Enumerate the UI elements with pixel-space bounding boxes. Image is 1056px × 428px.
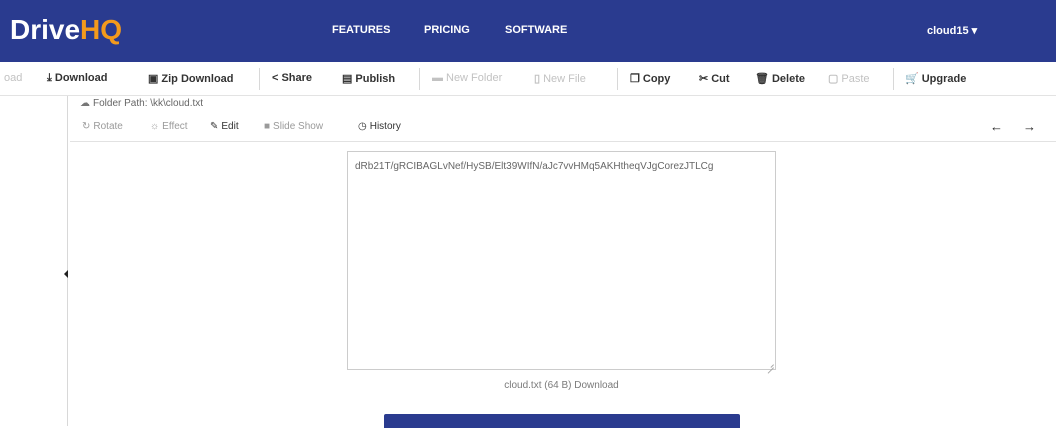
paste-button[interactable]: ▢ Paste bbox=[828, 72, 870, 85]
rotate-button[interactable]: ↻ Rotate bbox=[82, 121, 123, 132]
cut-button[interactable]: ✂ Cut bbox=[699, 72, 730, 85]
rotate-icon: ↻ bbox=[82, 121, 91, 132]
history-icon: ◷ bbox=[358, 121, 367, 132]
paste-icon: ▢ bbox=[828, 73, 839, 85]
logo-accent: HQ bbox=[80, 14, 123, 45]
arrow-right-icon[interactable]: → bbox=[1023, 119, 1036, 134]
download-icon: ⤓ bbox=[47, 72, 52, 84]
delete-button[interactable]: 🗑 Delete bbox=[755, 72, 805, 85]
toolbar-divider bbox=[617, 68, 618, 90]
share-icon: < bbox=[272, 72, 279, 84]
load-button[interactable]: oad bbox=[4, 72, 22, 84]
download-button[interactable]: ⤓ Download bbox=[47, 72, 107, 85]
viewer-toolbar: ↻ Rotate ☼ Effect ✎ Edit ■ Slide Show ◷ Histo… bbox=[70, 114, 1056, 142]
sidebar-collapsed bbox=[0, 96, 68, 426]
nav-software[interactable]: SOFTWARE bbox=[505, 24, 567, 36]
toolbar-divider bbox=[419, 68, 420, 90]
resize-handle-icon[interactable] bbox=[766, 360, 774, 368]
new-folder-button[interactable]: ▬ New Folder bbox=[432, 72, 502, 84]
slideshow-button[interactable]: ■ Slide Show bbox=[264, 121, 323, 132]
cart-icon: 🛒 bbox=[905, 73, 919, 85]
video-icon: ■ bbox=[264, 121, 271, 132]
top-navbar: DriveHQ FEATURES PRICING SOFTWARE cloud1… bbox=[0, 0, 1056, 62]
share-button[interactable]: < Share bbox=[272, 72, 312, 84]
publish-icon: ▤ bbox=[342, 73, 353, 85]
scissors-icon: ✂ bbox=[699, 73, 709, 85]
file-icon: ▯ bbox=[534, 73, 541, 85]
cloud-icon: ☁ bbox=[80, 98, 90, 109]
sun-icon: ☼ bbox=[150, 121, 160, 132]
file-toolbar: oad ⤓ Download ▣ Zip Download < Share ▤ Publ… bbox=[0, 62, 1056, 96]
file-content-textarea[interactable]: dRb21T/gRCIBAGLvNef/HySB/Elt39WIfN/aJc7v… bbox=[347, 151, 776, 370]
edit-icon: ✎ bbox=[210, 121, 219, 132]
folder-icon: ▬ bbox=[432, 72, 443, 84]
toolbar-divider bbox=[893, 68, 894, 90]
new-file-button[interactable]: ▯ New File bbox=[534, 72, 586, 85]
copy-button[interactable]: ❐ Copy bbox=[630, 72, 670, 85]
copy-icon: ❐ bbox=[630, 73, 640, 85]
logo-main: Drive bbox=[10, 14, 81, 45]
breadcrumb: ☁ Folder Path: \kk\cloud.txt bbox=[80, 98, 203, 109]
toolbar-divider bbox=[259, 68, 260, 90]
upgrade-button[interactable]: 🛒 Upgrade bbox=[905, 72, 966, 85]
folder-path: Folder Path: \kk\cloud.txt bbox=[93, 98, 204, 109]
trash-icon: 🗑 bbox=[755, 73, 769, 85]
expand-sidebar-icon[interactable] bbox=[64, 270, 68, 278]
publish-button[interactable]: ▤ Publish bbox=[342, 72, 395, 85]
nav-pricing[interactable]: PRICING bbox=[424, 24, 470, 36]
file-info-link[interactable]: cloud.txt (64 B) Download bbox=[347, 380, 776, 391]
arrow-left-icon[interactable]: ← bbox=[990, 119, 1003, 134]
edit-button[interactable]: ✎ Edit bbox=[210, 121, 239, 132]
history-button[interactable]: ◷ History bbox=[358, 121, 401, 132]
user-menu[interactable]: cloud15 ▾ bbox=[927, 24, 977, 37]
nav-features[interactable]: FEATURES bbox=[332, 24, 390, 36]
effect-button[interactable]: ☼ Effect bbox=[150, 121, 188, 132]
zip-download-button[interactable]: ▣ Zip Download bbox=[148, 72, 234, 85]
zip-icon: ▣ bbox=[148, 73, 159, 85]
logo[interactable]: DriveHQ bbox=[10, 14, 122, 46]
